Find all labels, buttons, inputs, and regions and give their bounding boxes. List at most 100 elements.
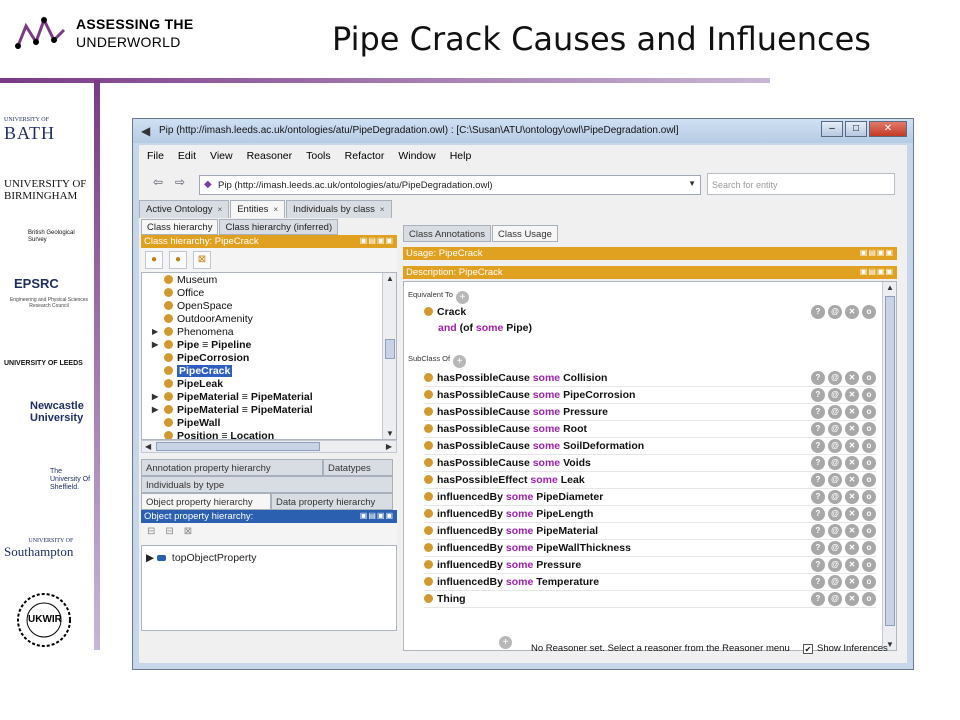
window-titlebar[interactable]: ◀ Pip (http://imash.leeds.ac.uk/ontologi… [133,119,913,143]
tree-node[interactable]: Museum [164,273,217,287]
subclass-row[interactable]: hasPossibleCause some Voids ? @ ✕ o [424,455,876,472]
delete-class-icon[interactable]: ⊠ [193,251,211,269]
tab-class-hierarchy-inferred[interactable]: Class hierarchy (inferred) [219,219,339,235]
object-property-header: Object property hierarchy: ▣▤▣▣ [141,510,397,523]
explain-icon: ? [811,558,825,572]
delete-property-icon[interactable]: ⊠ [184,526,192,542]
maximize-button[interactable]: □ [845,121,867,137]
back-arrow-icon[interactable]: ⇦ [149,175,167,193]
navigation-bar: ⇦ ⇨ ◆ Pip (http://imash.leeds.ac.uk/onto… [139,171,907,199]
tab-individuals-by-type[interactable]: Individuals by type [141,476,393,493]
tree-node[interactable]: ▶ Phenomena [152,325,234,339]
show-inferences-checkbox[interactable]: ✔ Show Inferences [803,643,888,654]
leeds-logo: UNIVERSITY OF LEEDS [4,360,83,367]
close-button[interactable]: ✕ [869,121,907,137]
menu-file[interactable]: File [147,150,164,162]
tree-node[interactable]: ▶ Pipe ≡ Pipeline [152,338,251,352]
annotate-icon: @ [828,592,842,606]
subclass-row[interactable]: influencedBy some PipeLength ? @ ✕ o [424,506,876,523]
tree-node[interactable]: OutdoorAmenity [164,312,253,326]
tree-node[interactable]: OpenSpace [164,299,232,313]
tab-active-ontology[interactable]: Active Ontology × [139,200,230,218]
birmingham-logo: UNIVERSITY OF BIRMINGHAM [4,178,87,202]
subclass-row[interactable]: influencedBy some Pressure ? @ ✕ o [424,557,876,574]
tab-class-hierarchy[interactable]: Class hierarchy [141,219,219,235]
delete-icon: ✕ [845,388,859,402]
add-superclass-icon[interactable]: + [453,355,467,368]
tree-vertical-scrollbar[interactable]: ▲ ▼ [382,273,396,439]
subclass-row[interactable]: influencedBy some Temperature ? @ ✕ o [424,574,876,591]
tree-node[interactable]: ▶ PipeMaterial ≡ PipeMaterial [152,403,313,417]
top-object-property[interactable]: topObjectProperty [172,552,257,564]
tree-horizontal-scrollbar[interactable]: ◀ ▶ [141,440,397,453]
subclass-row[interactable]: hasPossibleCause some Pressure ? @ ✕ o [424,404,876,421]
epsrc-logo: EPSRC [14,276,59,291]
view-controls-icon[interactable]: ▣▤▣▣ [860,267,894,276]
subclass-row[interactable]: influencedBy some PipeWallThickness ? @ ✕ o [424,540,876,557]
tree-node[interactable]: PipeLeak [164,377,223,391]
explain-icon: ? [811,507,825,521]
tab-data-property-hierarchy[interactable]: Data property hierarchy [271,493,393,510]
explain-icon: ? [811,592,825,606]
subclass-row[interactable]: influencedBy some PipeMaterial ? @ ✕ o [424,523,876,540]
subclass-row[interactable]: hasPossibleCause some Collision ? @ ✕ o [424,370,876,387]
menu-tools[interactable]: Tools [306,150,331,162]
tab-entities[interactable]: Entities × [230,200,286,218]
view-controls-icon[interactable]: ▣▤▣▣ [360,511,394,520]
edit-icon[interactable]: o [862,305,876,319]
view-controls-icon[interactable]: ▣▤▣▣ [860,248,894,257]
subclass-row[interactable]: influencedBy some PipeDiameter ? @ ✕ o [424,489,876,506]
delete-icon: ✕ [845,371,859,385]
tab-object-property-hierarchy[interactable]: Object property hierarchy [141,493,271,510]
subclass-row[interactable]: hasPossibleCause some PipeCorrosion ? @ ✕ o [424,387,876,404]
annotate-icon: @ [828,507,842,521]
description-scrollbar[interactable]: ▲ ▼ [882,282,896,650]
class-description: Equivalent To + Crack ? @ ✕ o and (of som… [403,281,897,651]
delete-icon[interactable]: ✕ [845,305,859,319]
tree-node[interactable]: PipeWall [164,416,220,430]
tab-individuals-by-class[interactable]: Individuals by class × [286,200,392,218]
tab-datatypes[interactable]: Datatypes [323,459,393,476]
minimize-button[interactable]: – [821,121,843,137]
menu-window[interactable]: Window [398,150,435,162]
menu-view[interactable]: View [210,150,233,162]
add-sibling-property-icon[interactable]: ⊟ [165,526,173,542]
left-pane: Class hierarchy Class hierarchy (inferre… [141,219,397,649]
subclass-row[interactable]: hasPossibleCause some Root ? @ ✕ o [424,421,876,438]
subclass-row[interactable]: Thing ? @ ✕ o [424,591,876,608]
tab-annotation-property-hierarchy[interactable]: Annotation property hierarchy [141,459,323,476]
tab-class-annotations[interactable]: Class Annotations [403,225,492,242]
tab-class-usage[interactable]: Class Usage [492,225,558,242]
forward-arrow-icon[interactable]: ⇨ [171,175,189,193]
ontology-selector[interactable]: ◆ Pip (http://imash.leeds.ac.uk/ontologi… [199,175,701,195]
add-subclass-icon[interactable]: ● [145,251,163,269]
delete-icon: ✕ [845,541,859,555]
explain-icon[interactable]: ? [811,305,825,319]
add-sibling-icon[interactable]: ● [169,251,187,269]
delete-icon: ✕ [845,558,859,572]
ontology-icon: ◆ [204,179,212,190]
expand-arrow-icon: ▶ [152,340,159,349]
tree-node[interactable]: Position ≡ Location [164,429,274,439]
menu-reasoner[interactable]: Reasoner [247,150,293,162]
search-input[interactable]: Search for entity [707,173,895,195]
edit-icon: o [862,524,876,538]
equivalent-class-row[interactable]: Crack ? @ ✕ o [424,304,876,321]
tree-node[interactable]: ▶ PipeMaterial ≡ PipeMaterial [152,390,313,404]
menu-refactor[interactable]: Refactor [345,150,385,162]
newcastle-logo: Newcastle University [30,400,84,424]
add-equivalent-icon[interactable]: + [455,291,469,304]
chevron-down-icon[interactable]: ▼ [688,179,696,188]
tree-node-selected[interactable]: PipeCrack [164,364,233,378]
subclass-row[interactable]: hasPossibleEffect some Leak ? @ ✕ o [424,472,876,489]
tree-node[interactable]: PipeCorrosion [164,351,249,365]
subclass-row[interactable]: hasPossibleCause some SoilDeformation ? @… [424,438,876,455]
expand-arrow-icon[interactable]: ▶ [146,552,154,564]
menu-help[interactable]: Help [450,150,472,162]
sheffield-logo: The University Of Sheffield. [50,468,91,491]
annotate-icon[interactable]: @ [828,305,842,319]
tree-node[interactable]: Office [164,286,204,300]
view-controls-icon[interactable]: ▣▤▣▣ [360,236,394,245]
add-subproperty-icon[interactable]: ⊟ [147,526,155,542]
menu-edit[interactable]: Edit [178,150,196,162]
